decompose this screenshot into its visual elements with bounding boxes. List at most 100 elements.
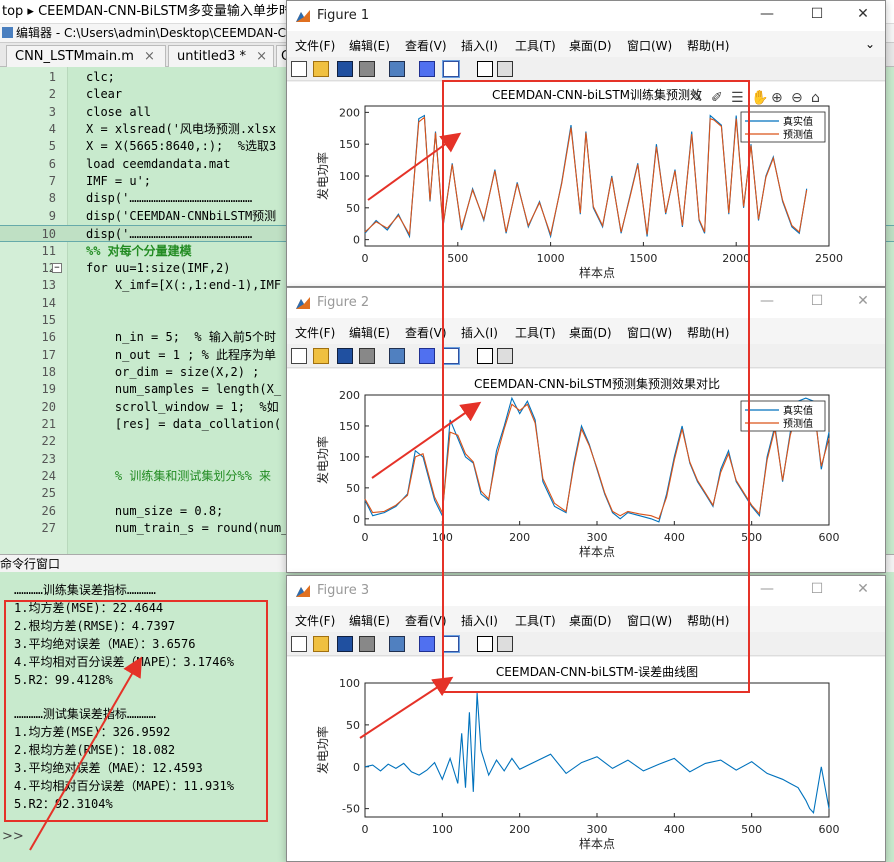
y-tick-label: 150 xyxy=(339,420,360,433)
x-tick-label: 2500 xyxy=(815,252,843,265)
colorbar-icon[interactable] xyxy=(419,636,435,652)
menu-item[interactable]: 文件(F) xyxy=(295,324,335,341)
save-icon[interactable] xyxy=(337,348,353,364)
code-text: for uu=1:size(IMF,2) xyxy=(86,260,231,275)
new-figure-icon[interactable] xyxy=(291,636,307,652)
minimize-icon[interactable]: — xyxy=(757,293,777,309)
line-number: 15 xyxy=(41,312,56,327)
command-window-label: 命令行窗口 xyxy=(0,557,61,571)
figure-titlebar[interactable]: Figure 1 — ☐ ✕ xyxy=(287,1,885,31)
link-plot-icon[interactable] xyxy=(389,636,405,652)
property-editor-icon[interactable] xyxy=(497,61,513,77)
legend-label: 预测值 xyxy=(783,417,813,430)
titles-highlight-box xyxy=(442,80,750,693)
zoom-in-icon[interactable]: ⊕ xyxy=(771,90,783,106)
print-icon[interactable] xyxy=(359,61,375,77)
menu-item[interactable]: 编辑(E) xyxy=(349,37,390,54)
tab-label: CNN_LSTMmain.m xyxy=(15,49,134,64)
menu-item[interactable]: 文件(F) xyxy=(295,612,335,629)
line-number: 8 xyxy=(48,191,56,206)
menu-item[interactable]: 文件(F) xyxy=(295,37,335,54)
code-text: n_out = 1 ; % 此程序为单 xyxy=(86,347,277,362)
print-icon[interactable] xyxy=(359,348,375,364)
code-text: close all xyxy=(86,104,152,119)
close-icon[interactable]: × xyxy=(144,49,155,64)
code-text: scroll_window = 1; %如 xyxy=(86,399,279,414)
menu-item[interactable]: 工具(T) xyxy=(515,37,556,54)
menu-item[interactable]: 帮助(H) xyxy=(687,37,729,54)
colorbar-icon[interactable] xyxy=(419,348,435,364)
code-text: X = xlsread('风电场预测.xlsx xyxy=(86,122,277,137)
home-icon[interactable]: ⌂ xyxy=(811,90,820,106)
y-tick-label: 0 xyxy=(353,513,360,526)
line-number: 14 xyxy=(41,295,56,310)
open-file-icon[interactable] xyxy=(313,61,329,77)
x-tick-label: 600 xyxy=(819,823,840,836)
line-number: 6 xyxy=(48,156,56,171)
line-number: 13 xyxy=(41,278,56,293)
code-text: IMF = u'; xyxy=(86,174,152,189)
figure-menubar: 文件(F) 编辑(E) 查看(V) 插入(I) 工具(T) 桌面(D) 窗口(W) 帮助(H)… xyxy=(287,31,885,57)
pan-icon[interactable]: ✋ xyxy=(751,89,768,106)
legend-icon[interactable] xyxy=(443,61,459,77)
code-text: num_size = 0.8; xyxy=(86,503,224,518)
x-tick-label: 100 xyxy=(432,823,453,836)
pointer-icon[interactable] xyxy=(477,61,493,77)
menu-item[interactable]: 查看(V) xyxy=(405,37,447,54)
menu-item[interactable]: 桌面(D) xyxy=(569,37,612,54)
y-tick-label: 0 xyxy=(353,234,360,247)
editor-icon xyxy=(2,27,13,38)
close-icon[interactable]: ✕ xyxy=(853,581,873,597)
line-number: 20 xyxy=(41,399,56,414)
code-text: X = X(5665:8640,:); %选取3 xyxy=(86,139,277,154)
link-plot-icon[interactable] xyxy=(389,61,405,77)
axes-box xyxy=(364,682,830,818)
close-icon[interactable]: × xyxy=(256,49,267,64)
menu-item[interactable]: 插入(I) xyxy=(461,37,498,54)
tab-cnn-lstm-main[interactable]: CNN_LSTMmain.m × xyxy=(6,45,166,67)
line-number: 5 xyxy=(48,139,56,154)
y-tick-label: 100 xyxy=(339,677,360,690)
open-file-icon[interactable] xyxy=(313,348,329,364)
new-figure-icon[interactable] xyxy=(291,348,307,364)
menu-item[interactable]: 查看(V) xyxy=(405,612,447,629)
menu-item[interactable]: 编辑(E) xyxy=(349,324,390,341)
line-number: 16 xyxy=(41,330,56,345)
print-icon[interactable] xyxy=(359,636,375,652)
code-text: disp('CEEMDAN-CNNbiLSTM预测 xyxy=(86,208,277,223)
save-icon[interactable] xyxy=(337,636,353,652)
minimize-icon[interactable]: — xyxy=(757,6,777,22)
colorbar-icon[interactable] xyxy=(419,61,435,77)
maximize-icon[interactable]: ☐ xyxy=(807,581,827,597)
fold-toggle-icon[interactable]: − xyxy=(52,262,62,273)
menu-pin-icon[interactable]: ⌄ xyxy=(865,37,875,51)
zoom-out-icon[interactable]: ⊖ xyxy=(791,90,803,106)
link-plot-icon[interactable] xyxy=(389,348,405,364)
legend-label: 预测值 xyxy=(783,128,813,141)
train-header: …………训练集误差指标………… xyxy=(14,583,156,597)
figure-title: Figure 1 xyxy=(317,8,370,23)
maximize-icon[interactable]: ☐ xyxy=(807,6,827,22)
menu-item[interactable]: 编辑(E) xyxy=(349,612,390,629)
code-text: X_imf=[X(:,1:end-1),IMF xyxy=(86,278,282,293)
maximize-icon[interactable]: ☐ xyxy=(807,293,827,309)
close-icon[interactable]: ✕ xyxy=(853,6,873,22)
menu-item[interactable]: 查看(V) xyxy=(405,324,447,341)
code-text: % 训练集和测试集划分%% 来 xyxy=(86,469,272,484)
figure-title: Figure 3 xyxy=(317,583,370,598)
open-file-icon[interactable] xyxy=(313,636,329,652)
tab-label: untitled3 * xyxy=(177,49,247,64)
command-prompt[interactable]: >> xyxy=(2,829,24,844)
y-tick-label: 0 xyxy=(353,761,360,774)
y-tick-label: 200 xyxy=(339,106,360,119)
minimize-icon[interactable]: — xyxy=(757,581,777,597)
close-icon[interactable]: ✕ xyxy=(853,293,873,309)
tab-untitled3[interactable]: untitled3 * × xyxy=(168,45,274,67)
line-number: 22 xyxy=(41,434,56,449)
line-number: 12 xyxy=(41,260,56,275)
figure-toolbar xyxy=(287,57,885,81)
new-figure-icon[interactable] xyxy=(291,61,307,77)
save-icon[interactable] xyxy=(337,61,353,77)
y-tick-label: 50 xyxy=(346,202,360,215)
menu-item[interactable]: 窗口(W) xyxy=(627,37,672,54)
